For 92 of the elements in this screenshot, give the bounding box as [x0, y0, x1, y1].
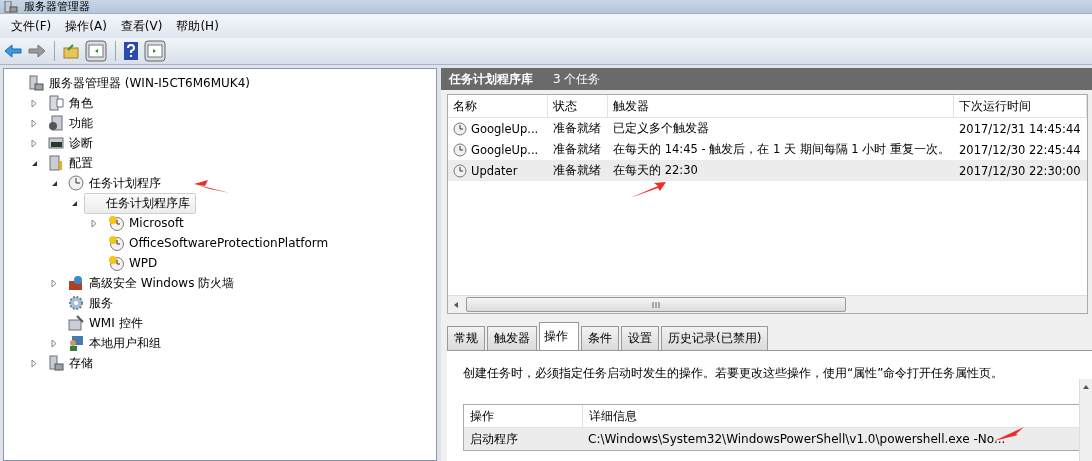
task-row[interactable]: GoogleUp... 准备就绪 在每天的 14:45 - 触发后，在 1 天 期间每隔 1 小时 重复一次。 2017/12/30 22:45:44 [448, 139, 1087, 160]
description-text: 创建任务时，必须指定任务启动时发生的操作。若要更改这些操作，使用“属性”命令打开任务属性页。 [463, 365, 1005, 382]
server-icon [48, 155, 64, 171]
scroll-up-icon[interactable] [1082, 383, 1090, 391]
task-count: 3 个任务 [553, 70, 601, 88]
help-icon[interactable] [124, 42, 138, 60]
expand-icon[interactable] [91, 218, 97, 228]
server-icon [68, 315, 84, 331]
tab[interactable]: 操作 [539, 322, 579, 350]
task-status: 准备就绪 [552, 162, 602, 179]
expand-icon[interactable] [31, 138, 37, 148]
collapse-icon[interactable] [30, 159, 38, 167]
clock-icon [108, 215, 124, 231]
task-next-run: 2017/12/30 22:45:44 [958, 141, 1082, 159]
task-next-run: 2017/12/31 14:45:44 [958, 120, 1082, 138]
column-header[interactable]: 操作 [464, 405, 583, 427]
tree-item[interactable]: OfficeSoftwareProtectionPlatform [104, 233, 333, 253]
collapse-icon[interactable] [70, 199, 78, 207]
server-icon [48, 115, 64, 131]
menu-item[interactable]: 帮助(H) [169, 15, 226, 37]
task-status: 准备就绪 [552, 120, 602, 137]
clock-icon [108, 255, 124, 271]
tab[interactable]: 常规 [447, 326, 485, 350]
scrollbar-thumb[interactable] [466, 297, 846, 312]
tree-item[interactable]: Microsoft [104, 213, 188, 233]
tab[interactable]: 设置 [621, 326, 659, 350]
clock-icon [68, 175, 84, 191]
task-trigger: 在每天的 22:30 [612, 162, 699, 179]
horizontal-scrollbar[interactable] [448, 295, 1087, 313]
forward-icon[interactable] [28, 44, 46, 58]
column-header[interactable]: 触发器 [608, 95, 954, 117]
tree-item[interactable]: WPD [104, 253, 162, 273]
task-status: 准备就绪 [552, 141, 602, 158]
tree-item[interactable]: 服务器管理器 (WIN-I5CT6M6MUK4) [24, 72, 255, 94]
tree-item[interactable]: 本地用户和组 [64, 332, 165, 354]
server-icon [48, 355, 64, 371]
expand-icon[interactable] [31, 118, 37, 128]
table-cell-text: C:\Windows\System32\WindowsPowerShell\v1.0\powershell.exe -No... [587, 432, 1006, 446]
tree-item[interactable]: 诊断 [44, 132, 97, 154]
clock-icon [453, 142, 467, 157]
task-trigger: 已定义多个触发器 [612, 120, 710, 137]
tree-item[interactable]: 角色 [44, 92, 97, 114]
column-header[interactable]: 详细信息 [583, 407, 637, 425]
tree-item[interactable]: 功能 [44, 112, 97, 134]
column-header[interactable]: 名称 [448, 95, 548, 117]
expand-icon[interactable] [51, 278, 57, 288]
menu-item[interactable]: 查看(V) [113, 15, 170, 37]
server-icon [48, 95, 64, 111]
tab[interactable]: 历史记录(已禁用) [661, 326, 769, 350]
tab[interactable]: 条件 [581, 326, 619, 350]
pane-icon[interactable] [85, 40, 107, 62]
collapse-icon[interactable] [50, 179, 58, 187]
task-name: Updater [471, 163, 518, 178]
clock-icon [453, 163, 467, 178]
firewall-icon [68, 275, 84, 291]
tree-item[interactable]: 服务 [64, 292, 117, 314]
vertical-scrollbar[interactable] [1079, 379, 1092, 461]
task-next-run: 2017/12/30 22:30:00 [958, 162, 1082, 180]
tree-item[interactable]: 任务计划程序 [64, 172, 165, 194]
tree-item[interactable]: 高级安全 Windows 防火墙 [64, 272, 239, 294]
clock-icon [108, 235, 124, 251]
monitor-icon [48, 135, 64, 151]
column-header[interactable]: 下次运行时间 [954, 95, 1087, 117]
folder-icon[interactable] [63, 43, 79, 59]
pane-icon[interactable] [144, 40, 166, 62]
expand-icon[interactable] [31, 98, 37, 108]
window-title: 服务器管理器 [24, 1, 90, 13]
column-header[interactable]: 状态 [548, 95, 608, 117]
server-icon [28, 75, 44, 91]
tree-item[interactable]: 任务计划程序库 [84, 192, 196, 214]
task-row[interactable]: GoogleUp... 准备就绪 已定义多个触发器 2017/12/31 14:45:44 [448, 118, 1087, 139]
grip-icon [652, 300, 660, 309]
tree-item[interactable]: WMI 控件 [64, 312, 147, 334]
task-name: GoogleUp... [471, 121, 539, 136]
menu-item[interactable]: 操作(A) [58, 15, 114, 37]
expand-icon[interactable] [31, 358, 37, 368]
menu-item[interactable]: 文件(F) [4, 15, 59, 37]
task-name: GoogleUp... [471, 142, 539, 157]
gear-icon [68, 295, 84, 311]
tree-item[interactable]: 存储 [44, 352, 97, 374]
server-icon [4, 1, 18, 13]
back-icon[interactable] [4, 44, 22, 58]
task-row[interactable]: Updater 准备就绪 在每天的 22:30 2017/12/30 22:30:00 [448, 160, 1087, 181]
scroll-left-icon[interactable] [452, 300, 460, 309]
tab[interactable]: 触发器 [487, 326, 537, 350]
users-icon [68, 335, 84, 351]
panel-title: 任务计划程序库 [449, 70, 533, 88]
table-cell-text: 启动程序 [469, 430, 519, 448]
task-trigger: 在每天的 14:45 - 触发后，在 1 天 期间每隔 1 小时 重复一次。 [612, 141, 951, 158]
clock-icon [453, 121, 467, 136]
expand-icon[interactable] [51, 338, 57, 348]
tree-item[interactable]: 配置 [44, 152, 97, 174]
